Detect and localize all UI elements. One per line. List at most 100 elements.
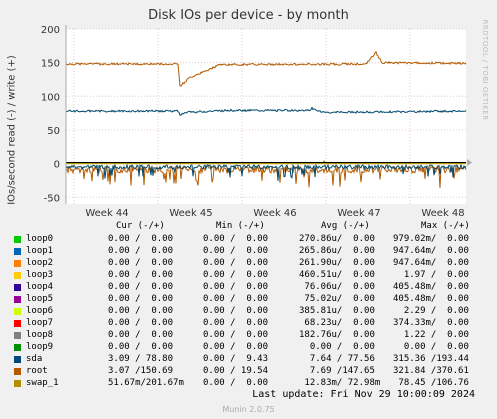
legend-name: loop8 xyxy=(26,330,54,340)
legend-header: Cur (-/+) Min (-/+) Avg (-/+) Max (-/+) xyxy=(0,221,497,233)
legend-max: 405.48m/ 0.00 xyxy=(393,282,469,292)
legend-cur: 0.00 / 0.00 xyxy=(108,294,174,304)
legend-avg: 182.76u/ 0.00 xyxy=(299,330,375,340)
legend-swatch xyxy=(14,248,21,255)
legend-row-loop7: loop7 0.00 / 0.00 0.00 / 0.00 68.23u/ 0.00… xyxy=(0,318,497,330)
legend-max: 321.84 /370.61 xyxy=(393,366,469,376)
legend-swatch xyxy=(14,380,21,387)
legend-row-root: root 3.07 /150.69 0.00 / 19.54 7.69 /147.6… xyxy=(0,366,497,378)
legend-avg: 68.23u/ 0.00 xyxy=(299,318,375,328)
legend-swatch xyxy=(14,320,21,327)
y-tick-label: 200 xyxy=(41,25,60,36)
legend-max: 78.45 /106.76 xyxy=(393,378,469,388)
legend-min: 0.00 / 0.00 xyxy=(203,330,269,340)
legend-avg: 76.06u/ 0.00 xyxy=(299,282,375,292)
legend-min: 0.00 / 0.00 xyxy=(203,234,269,244)
last-update: Last update: Fri Nov 29 10:00:09 2024 xyxy=(252,389,475,400)
legend-max: 374.33m/ 0.00 xyxy=(393,318,469,328)
legend-min: 0.00 / 0.00 xyxy=(203,270,269,280)
legend-row-loop9: loop9 0.00 / 0.00 0.00 / 0.00 0.00 / 0.00 … xyxy=(0,342,497,354)
legend-row-loop3: loop3 0.00 / 0.00 0.00 / 0.00 460.51u/ 0.00… xyxy=(0,270,497,282)
legend-swatch xyxy=(14,272,21,279)
legend-avg: 385.81u/ 0.00 xyxy=(299,306,375,316)
legend-max: 0.00 / 0.00 xyxy=(393,342,469,352)
x-tick-label: Week 45 xyxy=(169,208,212,219)
x-tick-label: Week 48 xyxy=(421,208,464,219)
y-tick-label: 0 xyxy=(54,160,60,171)
legend-row-loop5: loop5 0.00 / 0.00 0.00 / 0.00 75.02u/ 0.00… xyxy=(0,294,497,306)
legend-min: 0.00 / 19.54 xyxy=(203,366,269,376)
legend-max: 405.48m/ 0.00 xyxy=(393,294,469,304)
legend-avg: 7.69 /147.65 xyxy=(299,366,375,376)
header-max: Max (-/+) xyxy=(421,221,470,231)
legend-cur: 0.00 / 0.00 xyxy=(108,282,174,292)
legend-min: 0.00 / 9.43 xyxy=(203,354,269,364)
header-min: Min (-/+) xyxy=(216,221,265,231)
legend-swatch xyxy=(14,308,21,315)
legend-max: 315.36 /193.44 xyxy=(393,354,469,364)
legend-row-sda: sda 3.09 / 78.80 0.00 / 9.43 7.64 / 77.56 3… xyxy=(0,354,497,366)
legend-name: root xyxy=(26,366,48,376)
legend-min: 0.00 / 0.00 xyxy=(203,318,269,328)
legend-name: loop0 xyxy=(26,234,54,244)
legend-row-loop8: loop8 0.00 / 0.00 0.00 / 0.00 182.76u/ 0.00… xyxy=(0,330,497,342)
legend-cur: 0.00 / 0.00 xyxy=(108,234,174,244)
legend-name: loop9 xyxy=(26,342,54,352)
legend-cur: 0.00 / 0.00 xyxy=(108,306,174,316)
plot-area: -50050100150200 Week 44 Week 45 Week 46 Wee… xyxy=(41,25,472,219)
legend-row-loop6: loop6 0.00 / 0.00 0.00 / 0.00 385.81u/ 0.00… xyxy=(0,306,497,318)
x-tick-label: Week 46 xyxy=(253,208,296,219)
legend-row-loop1: loop1 0.00 / 0.00 0.00 / 0.00 265.86u/ 0.00… xyxy=(0,246,497,258)
legend-avg: 261.90u/ 0.00 xyxy=(299,258,375,268)
munin-version: Munin 2.0.75 xyxy=(222,405,275,414)
legend-name: loop4 xyxy=(26,282,54,292)
legend-cur: 0.00 / 0.00 xyxy=(108,270,174,280)
legend-name: sda xyxy=(26,354,43,364)
legend-cur: 0.00 / 0.00 xyxy=(108,318,174,328)
legend-avg: 75.02u/ 0.00 xyxy=(299,294,375,304)
x-tick-label: Week 44 xyxy=(85,208,128,219)
legend-max: 947.64m/ 0.00 xyxy=(393,258,469,268)
legend-name: loop1 xyxy=(26,246,54,256)
legend-min: 0.00 / 0.00 xyxy=(203,282,269,292)
legend-min: 0.00 / 0.00 xyxy=(203,306,269,316)
legend-swatch xyxy=(14,260,21,267)
legend-name: loop7 xyxy=(26,318,54,328)
y-tick-label: 50 xyxy=(47,126,60,137)
legend-cur: 0.00 / 0.00 xyxy=(108,258,174,268)
plot-background xyxy=(66,29,466,204)
legend-avg: 7.64 / 77.56 xyxy=(299,354,375,364)
legend-max: 1.22 / 0.00 xyxy=(393,330,469,340)
legend-row-loop4: loop4 0.00 / 0.00 0.00 / 0.00 76.06u/ 0.00… xyxy=(0,282,497,294)
legend-min: 0.00 / 0.00 xyxy=(203,258,269,268)
legend-avg: 265.86u/ 0.00 xyxy=(299,246,375,256)
legend-swatch xyxy=(14,368,21,375)
legend-name: loop2 xyxy=(26,258,54,268)
legend-cur: 0.00 / 0.00 xyxy=(108,330,174,340)
legend-name: loop3 xyxy=(26,270,54,280)
legend-avg: 12.83m/ 72.98m xyxy=(299,378,381,388)
legend-cur: 0.00 / 0.00 xyxy=(108,342,174,352)
x-axis-arrow xyxy=(467,159,472,166)
legend-cur: 0.00 / 0.00 xyxy=(108,246,174,256)
y-tick-labels: -50 0 50 100 150 200 xyxy=(41,25,60,204)
x-tick-label: Week 47 xyxy=(337,208,380,219)
legend-cur: 51.67m/201.67m xyxy=(108,378,184,388)
legend-cur: 3.09 / 78.80 xyxy=(108,354,174,364)
legend-max: 2.29 / 0.00 xyxy=(393,306,469,316)
legend-swatch xyxy=(14,356,21,363)
legend-swatch xyxy=(14,284,21,291)
legend-swatch xyxy=(14,344,21,351)
legend-min: 0.00 / 0.00 xyxy=(203,342,269,352)
legend-name: swap_1 xyxy=(26,378,59,388)
legend-avg: 460.51u/ 0.00 xyxy=(299,270,375,280)
legend-swatch xyxy=(14,332,21,339)
legend-max: 1.97 / 0.00 xyxy=(393,270,469,280)
x-tick-labels: Week 44 Week 45 Week 46 Week 47 Week 48 xyxy=(85,208,464,219)
y-tick-label: 100 xyxy=(41,92,60,103)
header-avg: Avg (-/+) xyxy=(321,221,370,231)
legend-cur: 3.07 /150.69 xyxy=(108,366,174,376)
y-tick-label: 150 xyxy=(41,59,60,70)
y-tick-label: -50 xyxy=(44,193,60,204)
header-cur: Cur (-/+) xyxy=(116,221,165,231)
